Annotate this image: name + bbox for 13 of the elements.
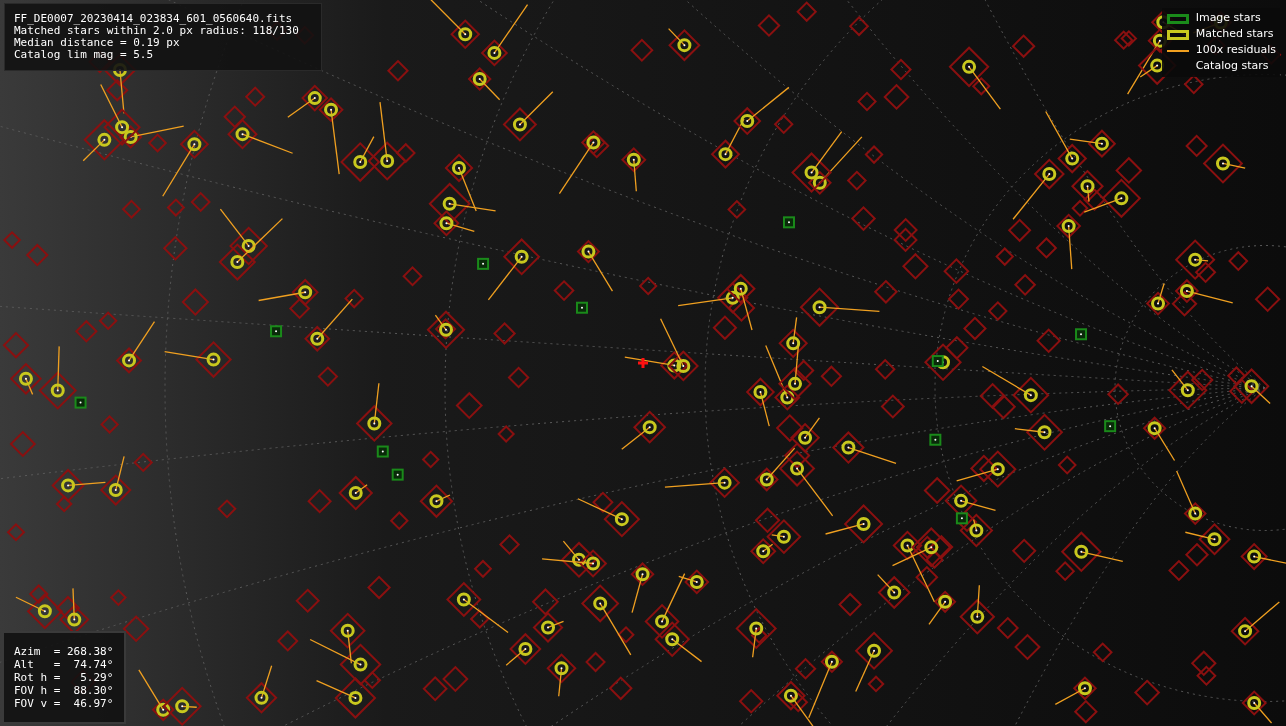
pointing-text: Azim = 268.38° [14,645,114,658]
legend-label: Catalog stars [1195,58,1269,75]
legend-label: 100x residuals [1195,42,1276,59]
info-text: Matched stars within 2.0 px radius: 118/130 [14,25,300,37]
legend-label: Image stars [1195,10,1261,27]
pointing-text: FOV v = 46.97° [14,697,114,710]
info-text: FF_DE0007_20230414_023834_601_0560640.fits [14,13,294,25]
legend-label: Matched stars [1195,26,1274,43]
pointing-text: Rot h = 5.29° [14,671,114,684]
info-text: Catalog lim mag = 5.5 [14,49,155,61]
pointing-text: FOV h = 88.30° [14,684,114,697]
info-text: Median distance = 0.19 px [14,37,181,49]
pointing-text: Alt = 74.74° [14,658,114,671]
